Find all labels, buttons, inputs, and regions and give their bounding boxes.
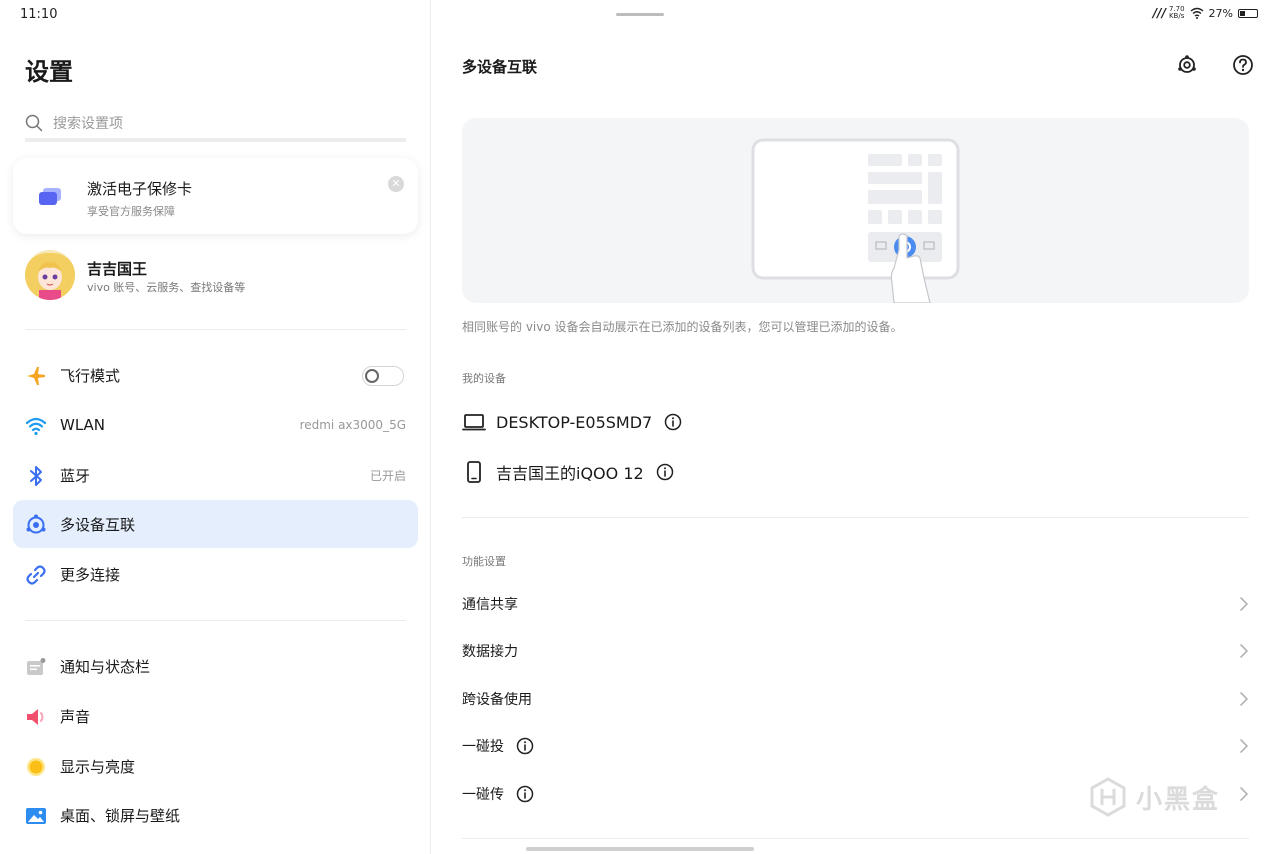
my-devices-label: 我的设备 xyxy=(462,372,506,385)
chevron-right-icon xyxy=(1240,739,1248,753)
search-placeholder: 搜索设置项 xyxy=(53,116,123,132)
chevron-right-icon xyxy=(1240,597,1248,611)
page-title: 设置 xyxy=(25,58,73,86)
phone-icon xyxy=(467,461,481,483)
avatar xyxy=(25,250,75,300)
menu-label: 通知与状态栏 xyxy=(60,657,151,676)
info-icon[interactable] xyxy=(664,413,682,431)
search-icon xyxy=(25,114,43,132)
sidebar-item-more-connections[interactable]: 更多连接 xyxy=(13,550,418,598)
info-icon[interactable] xyxy=(516,737,534,755)
feature-label: 数据接力 xyxy=(462,644,518,660)
battery-percent: 27% xyxy=(1208,6,1233,20)
sidebar-item-sound[interactable]: 声音 xyxy=(13,692,418,740)
feature-label: 跨设备使用 xyxy=(462,692,532,708)
status-icons: /// 7.70 KB/s 27% xyxy=(1153,6,1258,20)
notification-icon xyxy=(27,658,46,675)
search-input[interactable]: 搜索设置项 xyxy=(25,108,406,142)
info-icon[interactable] xyxy=(656,463,674,481)
home-indicator[interactable] xyxy=(526,847,754,851)
speaker-icon xyxy=(27,709,44,725)
detail-title: 多设备互联 xyxy=(462,58,538,76)
close-icon[interactable]: ✕ xyxy=(388,176,404,192)
chevron-right-icon xyxy=(1240,787,1248,801)
wallpaper-icon xyxy=(26,808,46,824)
sidebar-item-notifications[interactable]: 通知与状态栏 xyxy=(13,642,418,690)
menu-label: 声音 xyxy=(60,707,91,726)
battery-icon xyxy=(1238,8,1258,18)
divider xyxy=(25,329,406,330)
device-name: 吉吉国王的iQOO 12 xyxy=(496,464,644,483)
watermark-logo-icon xyxy=(1090,777,1126,817)
device-row[interactable]: DESKTOP-E05SMD7 xyxy=(462,407,682,437)
divider xyxy=(25,620,406,621)
menu-label: 蓝牙 xyxy=(60,466,91,485)
device-row[interactable]: 吉吉国王的iQOO 12 xyxy=(462,457,674,487)
feature-label: 通信共享 xyxy=(462,597,518,613)
bluetooth-icon xyxy=(30,466,42,486)
wifi-icon xyxy=(25,417,47,436)
account-name: 吉吉国王 xyxy=(87,260,148,278)
bluetooth-status: 已开启 xyxy=(369,468,406,483)
chevron-right-icon xyxy=(1240,644,1248,658)
watermark-text: 小黑盒 xyxy=(1136,784,1221,815)
menu-label: 更多连接 xyxy=(60,565,121,584)
promo-subtitle: 享受官方服务保障 xyxy=(87,205,175,218)
link-icon xyxy=(26,565,46,585)
watermark: 小黑盒 xyxy=(1088,777,1220,817)
brightness-icon xyxy=(27,758,45,776)
divider xyxy=(462,838,1249,839)
sidebar-item-display[interactable]: 显示与亮度 xyxy=(13,742,418,790)
network-speed: /// 7.70 KB/s xyxy=(1152,6,1185,21)
menu-label: WLAN xyxy=(60,416,106,434)
feature-row-communication-sharing[interactable]: 通信共享 xyxy=(462,584,1249,624)
laptop-icon xyxy=(462,414,486,431)
warranty-card-icon xyxy=(39,188,61,205)
help-icon[interactable] xyxy=(1232,54,1254,76)
wlan-network-name: redmi ax3000_5G xyxy=(299,418,406,432)
sidebar-item-airplane-mode[interactable]: 飞行模式 xyxy=(13,351,418,399)
feature-settings-label: 功能设置 xyxy=(462,555,506,568)
multi-device-settings-icon[interactable] xyxy=(1176,54,1198,76)
chevron-right-icon xyxy=(1240,692,1248,706)
menu-label: 桌面、锁屏与壁纸 xyxy=(60,806,181,825)
menu-label: 飞行模式 xyxy=(60,366,121,385)
multi-device-description: 相同账号的 vivo 设备会自动展示在已添加的设备列表，您可以管理已添加的设备。 xyxy=(462,320,903,334)
airplane-mode-toggle[interactable] xyxy=(362,366,404,386)
feature-row-cross-device[interactable]: 跨设备使用 xyxy=(462,679,1249,719)
sidebar-item-bluetooth[interactable]: 蓝牙 已开启 xyxy=(13,451,418,499)
feature-label: 一碰投 xyxy=(462,739,504,755)
sidebar-item-wallpaper[interactable]: 桌面、锁屏与壁纸 xyxy=(13,791,418,839)
airplane-icon xyxy=(27,367,45,385)
info-icon[interactable] xyxy=(516,785,534,803)
promo-title: 激活电子保修卡 xyxy=(87,180,193,198)
wifi-signal-icon xyxy=(1190,7,1203,19)
sidebar-item-multi-device[interactable]: 多设备互联 xyxy=(13,500,418,548)
sidebar-item-wlan[interactable]: WLAN redmi ax3000_5G xyxy=(13,401,418,449)
feature-label: 一碰传 xyxy=(462,787,504,803)
multi-device-illustration xyxy=(462,118,1249,303)
multi-device-icon xyxy=(26,514,46,534)
device-name: DESKTOP-E05SMD7 xyxy=(496,412,653,432)
settings-sidebar: 设置 搜索设置项 激活电子保修卡 享受官方服务保障 ✕ 吉吉国王 vivo 账号… xyxy=(0,0,431,854)
network-mode-icon: /// xyxy=(1152,6,1166,20)
menu-label: 多设备互联 xyxy=(60,515,136,534)
window-drag-handle[interactable] xyxy=(616,13,664,16)
account-entry[interactable]: 吉吉国王 vivo 账号、云服务、查找设备等 xyxy=(25,250,415,302)
feature-row-tap-to-cast[interactable]: 一碰投 xyxy=(462,726,1249,766)
warranty-promo-card[interactable]: 激活电子保修卡 享受官方服务保障 ✕ xyxy=(13,158,418,234)
divider xyxy=(462,517,1249,518)
feature-row-data-relay[interactable]: 数据接力 xyxy=(462,631,1249,671)
account-subtitle: vivo 账号、云服务、查找设备等 xyxy=(87,281,246,294)
net-speed-unit: KB/s xyxy=(1168,12,1185,20)
menu-label: 显示与亮度 xyxy=(60,757,136,776)
